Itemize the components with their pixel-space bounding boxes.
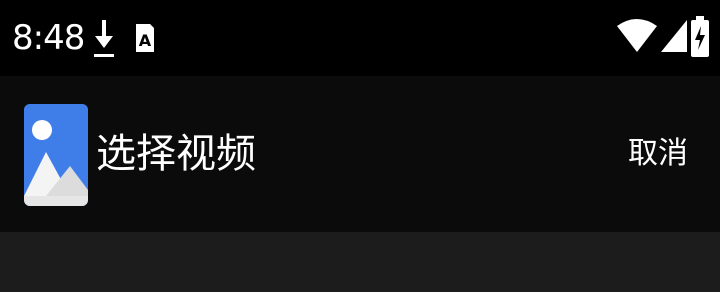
battery-icon	[691, 16, 709, 57]
cancel-button[interactable]: 取消	[624, 134, 692, 174]
page-title: 选择视频	[96, 131, 256, 177]
sim-icon: A	[136, 24, 154, 52]
wifi-icon	[617, 19, 657, 52]
photos-icon	[24, 104, 88, 206]
status-time: 8:48	[12, 18, 85, 58]
photos-icon-graphic	[24, 104, 88, 206]
status-bar: 8:48 A	[0, 0, 720, 76]
sim-icon-letter: A	[139, 31, 152, 50]
content-area	[0, 232, 720, 292]
screen: 8:48 A 选择视频 取消	[0, 0, 720, 292]
app-bar: 选择视频 取消	[0, 76, 720, 232]
download-icon	[94, 20, 114, 57]
signal-icon	[661, 20, 687, 52]
